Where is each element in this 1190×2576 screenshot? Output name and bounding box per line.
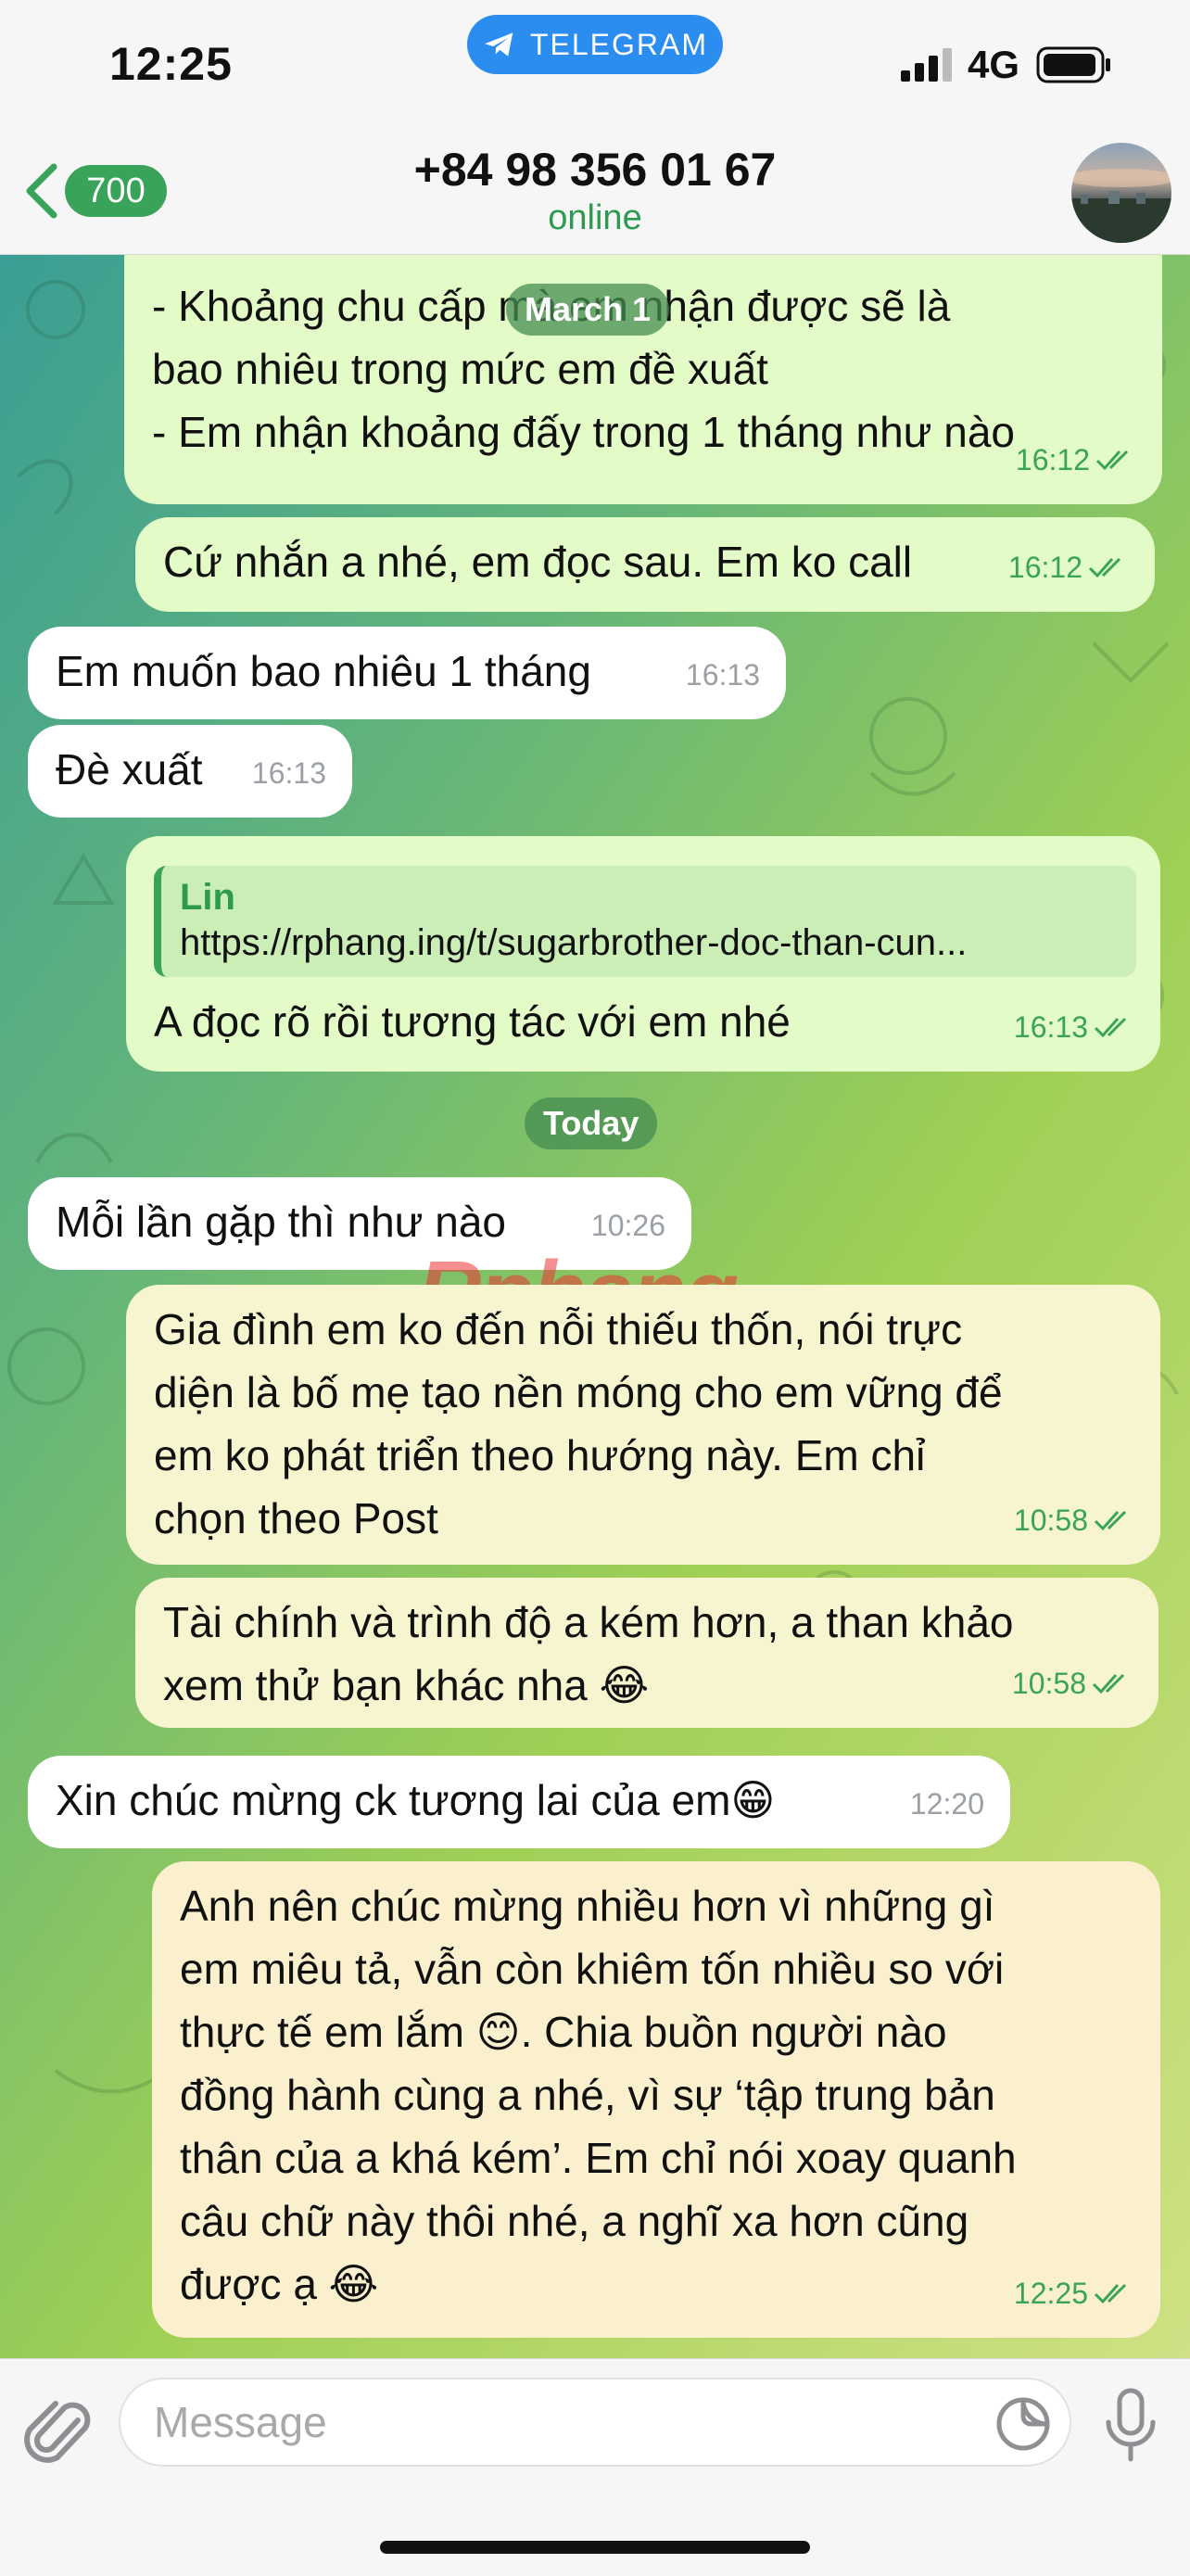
message-text: thực tế em lắm 😊. Chia buồn người nào bbox=[180, 2008, 947, 2056]
message-bubble[interactable]: Em muốn bao nhiêu 1 tháng 16:13 bbox=[28, 627, 786, 719]
message-meta: 10:58 bbox=[1014, 1489, 1134, 1552]
message-text: chọn theo Post bbox=[154, 1494, 438, 1542]
chat-area[interactable]: - Khoảng chu cấp mà em nhận được sẽ là b… bbox=[0, 254, 1190, 2358]
telegram-pill-label: TELEGRAM bbox=[529, 27, 709, 61]
message-text: diện là bố mẹ tạo nền móng cho em vững đ… bbox=[154, 1368, 1003, 1416]
message-time: 16:13 bbox=[1013, 1010, 1088, 1044]
message-meta: 12:20 bbox=[910, 1772, 984, 1835]
message-text: xem thử bạn khác nha 😂 bbox=[163, 1661, 650, 1709]
message-meta: 16:13 bbox=[686, 643, 760, 706]
message-time: 12:20 bbox=[909, 1787, 984, 1821]
message-meta: 16:12 bbox=[1016, 428, 1136, 491]
message-bubble[interactable]: Tài chính và trình độ a kém hơn, a than … bbox=[135, 1578, 1158, 1728]
sticker-icon[interactable] bbox=[994, 2394, 1053, 2454]
message-time: 10:58 bbox=[1011, 1667, 1086, 1700]
message-meta: 10:58 bbox=[1012, 1652, 1133, 1715]
message-meta: 16:12 bbox=[1008, 536, 1129, 599]
message-bubble[interactable]: Gia đình em ko đến nỗi thiếu thốn, nói t… bbox=[126, 1285, 1160, 1565]
message-text: bao nhiêu trong mức em đề xuất bbox=[152, 345, 768, 393]
top-bar: 12:25 TELEGRAM 4G 700 +84 98 356 01 67 o… bbox=[0, 0, 1190, 255]
message-text: Anh nên chúc mừng nhiều hơn vì những gì bbox=[180, 1882, 995, 1930]
telegram-pill[interactable]: TELEGRAM bbox=[467, 15, 723, 74]
home-indicator bbox=[380, 2541, 810, 2554]
message-meta: 12:25 bbox=[1014, 2262, 1134, 2325]
message-text: em ko phát triển theo hướng này. Em chỉ bbox=[154, 1431, 926, 1479]
message-text: được ạ 😂 bbox=[180, 2260, 379, 2308]
double-check-icon bbox=[1092, 1673, 1125, 1694]
message-time: 16:13 bbox=[685, 658, 760, 692]
status-time: 12:25 bbox=[109, 38, 233, 90]
message-time: 16:12 bbox=[1007, 551, 1082, 584]
battery-icon bbox=[1036, 46, 1110, 83]
microphone-icon[interactable] bbox=[1101, 2387, 1160, 2465]
double-check-icon bbox=[1094, 1510, 1127, 1531]
double-check-icon bbox=[1094, 1017, 1127, 1038]
network-label: 4G bbox=[968, 43, 1020, 86]
double-check-icon bbox=[1094, 2283, 1127, 2304]
message-input[interactable]: Message bbox=[119, 2378, 1071, 2467]
message-text: Tài chính và trình độ a kém hơn, a than … bbox=[163, 1598, 1014, 1646]
message-time: 16:12 bbox=[1015, 443, 1090, 476]
message-bubble[interactable]: Anh nên chúc mừng nhiều hơn vì những gì … bbox=[152, 1861, 1160, 2338]
message-text: Xin chúc mừng ck tương lai của em😁 bbox=[56, 1776, 776, 1824]
message-text: Cứ nhắn a nhé, em đọc sau. Em ko call bbox=[163, 538, 913, 586]
paperclip-icon[interactable] bbox=[24, 2396, 98, 2476]
message-bubble[interactable]: Xin chúc mừng ck tương lai của em😁 12:20 bbox=[28, 1756, 1010, 1848]
message-meta: 16:13 bbox=[252, 742, 326, 805]
message-time: 16:13 bbox=[251, 756, 326, 790]
reply-link[interactable]: https://rphang.ing/t/sugarbrother-doc-th… bbox=[180, 920, 1118, 966]
message-text: - Em nhận khoảng đấy trong 1 tháng như n… bbox=[152, 408, 1016, 456]
message-text: thân của a khá kém’. Em chỉ nói xoay qua… bbox=[180, 2134, 1017, 2182]
reply-author: Lin bbox=[180, 877, 235, 918]
telegram-icon bbox=[485, 32, 513, 57]
double-check-icon bbox=[1095, 450, 1129, 471]
message-bubble[interactable]: Đè xuất 16:13 bbox=[28, 725, 352, 818]
chat-title[interactable]: +84 98 356 01 67 bbox=[0, 143, 1190, 197]
message-bubble[interactable]: Cứ nhắn a nhé, em đọc sau. Em ko call 16… bbox=[135, 517, 1155, 612]
message-time: 10:58 bbox=[1013, 1504, 1088, 1537]
date-pill: March 1 bbox=[506, 284, 670, 336]
message-text: A đọc rõ rồi tương tác với em nhé bbox=[154, 997, 791, 1046]
double-check-icon bbox=[1088, 557, 1121, 578]
message-meta: 16:13 bbox=[1014, 996, 1134, 1059]
message-input-placeholder: Message bbox=[154, 2398, 327, 2446]
chat-status: online bbox=[548, 198, 642, 237]
composer-bar: Message bbox=[0, 2358, 1190, 2576]
message-bubble[interactable]: Lin https://rphang.ing/t/sugarbrother-do… bbox=[126, 836, 1160, 1072]
avatar-photo bbox=[1071, 169, 1171, 243]
message-text: đồng hành cùng a nhé, vì sự ‘tập trung b… bbox=[180, 2071, 995, 2119]
date-pill: Today bbox=[525, 1098, 658, 1149]
message-text: Em muốn bao nhiêu 1 tháng bbox=[56, 647, 591, 695]
message-text: em miêu tả, vẫn còn khiêm tốn nhiều so v… bbox=[180, 1945, 1005, 1993]
reply-preview[interactable]: Lin https://rphang.ing/t/sugarbrother-do… bbox=[154, 866, 1136, 977]
message-text: câu chữ này thôi nhé, a nghĩ xa hơn cũng bbox=[180, 2197, 969, 2245]
avatar[interactable] bbox=[1071, 143, 1171, 243]
message-text: Gia đình em ko đến nỗi thiếu thốn, nói t… bbox=[154, 1305, 963, 1353]
signal-icon bbox=[901, 48, 952, 82]
message-time: 12:25 bbox=[1013, 2277, 1088, 2310]
